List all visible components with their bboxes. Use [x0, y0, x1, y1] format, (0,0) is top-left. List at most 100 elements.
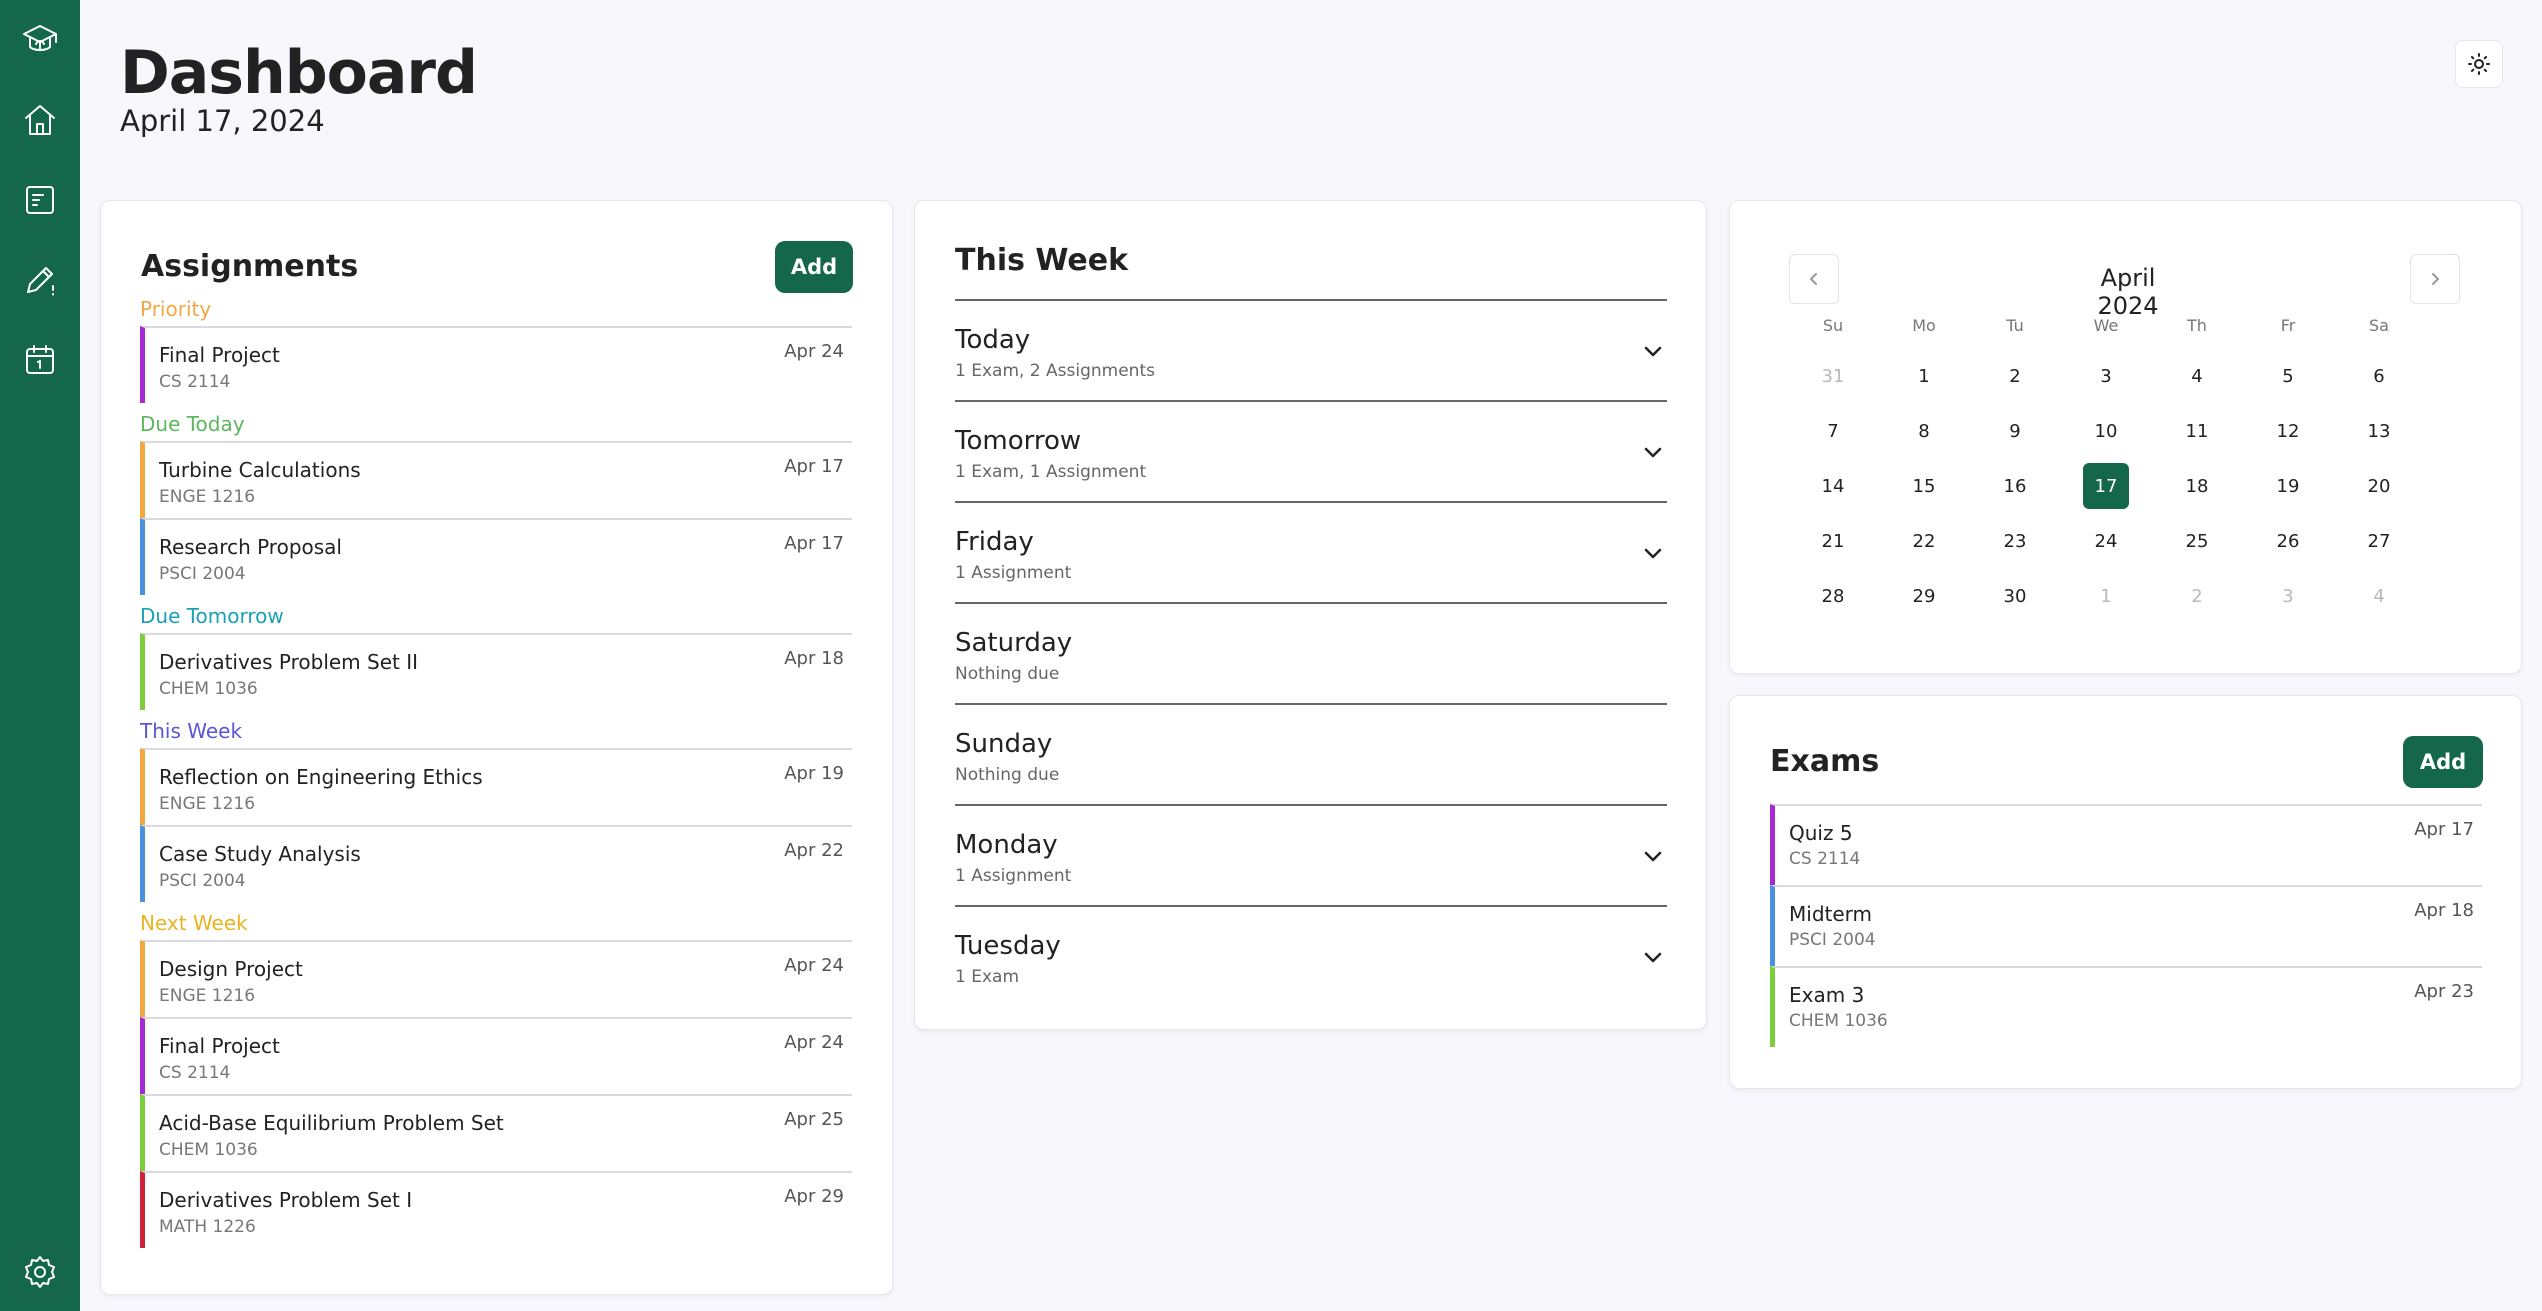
calendar-day[interactable]: 4 [2356, 573, 2402, 619]
calendar-day[interactable]: 13 [2356, 408, 2402, 454]
calendar-day[interactable]: 20 [2356, 463, 2402, 509]
assignment-due-date: Apr 19 [784, 763, 844, 784]
calendar-icon[interactable] [16, 336, 64, 384]
calendar-prev-button[interactable] [1789, 254, 1839, 304]
graduation-cap-icon[interactable] [16, 16, 64, 64]
week-day-row[interactable]: Tomorrow 1 Exam, 1 Assignment [955, 400, 1667, 501]
assignment-item[interactable]: Research Proposal PSCI 2004 Apr 17 [140, 518, 852, 595]
calendar-day[interactable]: 2 [2174, 573, 2220, 619]
calendar-weekday-label: Fr [2280, 316, 2296, 335]
assignment-course: CHEM 1036 [159, 1140, 258, 1160]
assignment-course: CHEM 1036 [159, 679, 258, 699]
chevron-down-icon[interactable] [1641, 440, 1665, 464]
calendar-day[interactable]: 21 [1810, 518, 1856, 564]
assignments-icon[interactable] [16, 176, 64, 224]
calendar-day[interactable]: 15 [1901, 463, 1947, 509]
week-day-row[interactable]: Today 1 Exam, 2 Assignments [955, 299, 1667, 400]
calendar-day[interactable]: 28 [1810, 573, 1856, 619]
calendar-day[interactable]: 5 [2265, 353, 2311, 399]
assignment-item[interactable]: Turbine Calculations ENGE 1216 Apr 17 [140, 441, 852, 518]
exam-list: Quiz 5 CS 2114 Apr 17 Midterm PSCI 2004 Apr 1… [1770, 804, 2482, 1047]
chevron-down-icon[interactable] [1641, 844, 1665, 868]
calendar-weekday-label: We [2093, 316, 2119, 335]
this-week-title: This Week [955, 243, 1129, 278]
calendar-day[interactable]: 27 [2356, 518, 2402, 564]
calendar-day[interactable]: 31 [1810, 353, 1856, 399]
week-day-summary: Nothing due [955, 664, 1060, 684]
calendar-day[interactable]: 23 [1992, 518, 2038, 564]
sidebar [0, 0, 80, 1311]
chevron-down-icon[interactable] [1641, 541, 1665, 565]
add-assignment-button[interactable]: Add [775, 241, 853, 293]
week-day-row[interactable]: Tuesday 1 Exam [955, 905, 1667, 1006]
calendar-day[interactable]: 2 [1992, 353, 2038, 399]
exam-name: Quiz 5 [1789, 821, 1853, 845]
calendar-day[interactable]: 9 [1992, 408, 2038, 454]
week-day-label: Friday [955, 527, 1034, 557]
assignment-item[interactable]: Case Study Analysis PSCI 2004 Apr 22 [140, 825, 852, 902]
calendar-day[interactable]: 14 [1810, 463, 1856, 509]
calendar-month-label: April 2024 [2097, 264, 2159, 320]
calendar-day[interactable]: 6 [2356, 353, 2402, 399]
calendar-day[interactable]: 12 [2265, 408, 2311, 454]
calendar-day[interactable]: 24 [2083, 518, 2129, 564]
calendar-day[interactable]: 16 [1992, 463, 2038, 509]
assignment-course: ENGE 1216 [159, 986, 256, 1006]
exam-course: CHEM 1036 [1789, 1011, 1888, 1031]
assignment-due-date: Apr 17 [784, 533, 844, 554]
calendar-day[interactable]: 29 [1901, 573, 1947, 619]
calendar-next-button[interactable] [2410, 254, 2460, 304]
assignment-item[interactable]: Final Project CS 2114 Apr 24 [140, 1017, 852, 1094]
calendar-day[interactable]: 8 [1901, 408, 1947, 454]
calendar-weekday-label: Mo [1912, 316, 1936, 335]
week-day-row[interactable]: Friday 1 Assignment [955, 501, 1667, 602]
exam-item[interactable]: Exam 3 CHEM 1036 Apr 23 [1770, 966, 2482, 1047]
calendar-day[interactable]: 3 [2083, 353, 2129, 399]
pencil-icon[interactable] [16, 256, 64, 304]
assignments-title: Assignments [141, 249, 359, 284]
calendar-day[interactable]: 1 [1901, 353, 1947, 399]
assignment-course: PSCI 2004 [159, 564, 246, 584]
assignment-name: Design Project [159, 957, 303, 981]
week-day-row: Saturday Nothing due [955, 602, 1667, 703]
gear-icon[interactable] [16, 1248, 64, 1296]
calendar-day[interactable]: 26 [2265, 518, 2311, 564]
calendar-day[interactable]: 7 [1810, 408, 1856, 454]
exam-item[interactable]: Midterm PSCI 2004 Apr 18 [1770, 885, 2482, 966]
assignment-due-date: Apr 17 [784, 456, 844, 477]
theme-toggle-button[interactable] [2455, 40, 2503, 88]
page-title: Dashboard [120, 38, 478, 108]
assignment-due-date: Apr 29 [784, 1186, 844, 1207]
assignment-name: Derivatives Problem Set II [159, 650, 419, 674]
exam-date: Apr 18 [2414, 900, 2474, 921]
calendar-day[interactable]: 17 [2083, 463, 2129, 509]
week-day-summary: 1 Exam, 1 Assignment [955, 462, 1147, 482]
calendar-day[interactable]: 22 [1901, 518, 1947, 564]
calendar-day[interactable]: 4 [2174, 353, 2220, 399]
assignment-item[interactable]: Derivatives Problem Set I MATH 1226 Apr 29 [140, 1171, 852, 1248]
calendar-day[interactable]: 30 [1992, 573, 2038, 619]
assignment-item[interactable]: Acid-Base Equilibrium Problem Set CHEM 10… [140, 1094, 852, 1171]
calendar-day[interactable]: 1 [2083, 573, 2129, 619]
exam-date: Apr 17 [2414, 819, 2474, 840]
exam-item[interactable]: Quiz 5 CS 2114 Apr 17 [1770, 804, 2482, 885]
assignment-item[interactable]: Reflection on Engineering Ethics ENGE 121… [140, 748, 852, 825]
chevron-down-icon[interactable] [1641, 339, 1665, 363]
assignment-item[interactable]: Design Project ENGE 1216 Apr 24 [140, 940, 852, 1017]
assignment-item[interactable]: Final Project CS 2114 Apr 24 [140, 326, 852, 403]
calendar-day[interactable]: 11 [2174, 408, 2220, 454]
add-exam-button[interactable]: Add [2403, 736, 2483, 788]
calendar-day[interactable]: 18 [2174, 463, 2220, 509]
calendar-day[interactable]: 3 [2265, 573, 2311, 619]
chevron-down-icon[interactable] [1641, 945, 1665, 969]
exam-name: Midterm [1789, 902, 1873, 926]
home-icon[interactable] [16, 96, 64, 144]
week-day-row[interactable]: Monday 1 Assignment [955, 804, 1667, 905]
calendar-day[interactable]: 25 [2174, 518, 2220, 564]
calendar-day[interactable]: 19 [2265, 463, 2311, 509]
calendar-weekday-label: Su [1822, 316, 1844, 335]
assignment-item[interactable]: Derivatives Problem Set II CHEM 1036 Apr 1… [140, 633, 852, 710]
calendar-day[interactable]: 10 [2083, 408, 2129, 454]
exam-name: Exam 3 [1789, 983, 1865, 1007]
assignment-course: MATH 1226 [159, 1217, 256, 1237]
